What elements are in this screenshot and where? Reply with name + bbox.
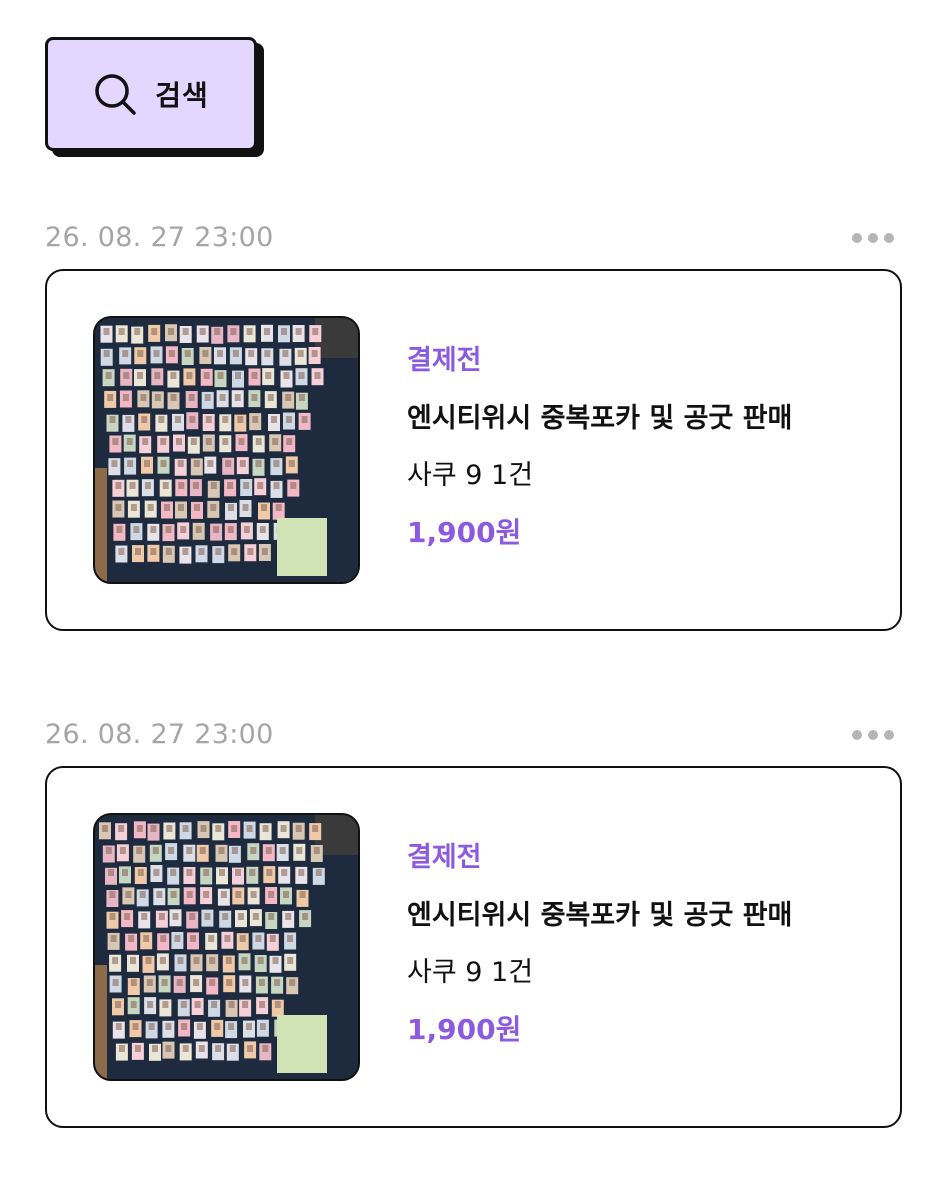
- order-header: 26. 08. 27 23:00: [45, 218, 902, 258]
- order-card[interactable]: 결제전 엔시티위시 중복포카 및 공굿 판매 사쿠 9 1건 1,900원: [45, 766, 902, 1128]
- search-icon: [95, 74, 136, 115]
- search-button-label: 검색: [155, 79, 209, 112]
- order-info: 결제전 엔시티위시 중복포카 및 공굿 판매 사쿠 9 1건 1,900원: [407, 341, 880, 553]
- order-header: 26. 08. 27 23:00: [45, 715, 902, 755]
- product-thumbnail: [93, 813, 360, 1081]
- search-button[interactable]: 검색: [45, 37, 257, 151]
- order-info: 결제전 엔시티위시 중복포카 및 공굿 판매 사쿠 9 1건 1,900원: [407, 838, 880, 1050]
- order-item: 26. 08. 27 23:00 결제전 엔시티위시 중복포카 및 공굿 판매 …: [45, 715, 902, 1128]
- order-status: 결제전: [407, 842, 482, 873]
- product-thumbnail: [93, 316, 360, 584]
- order-price: 1,900원: [407, 1013, 522, 1046]
- order-date: 26. 08. 27 23:00: [45, 222, 274, 253]
- order-status: 결제전: [407, 345, 482, 376]
- order-date: 26. 08. 27 23:00: [45, 719, 274, 750]
- product-title: 엔시티위시 중복포카 및 공굿 판매: [407, 403, 793, 434]
- more-options-icon[interactable]: [852, 728, 894, 742]
- order-item: 26. 08. 27 23:00 결제전 엔시티위시 중복포카 및 공굿 판매 …: [45, 218, 902, 631]
- order-price: 1,900원: [407, 516, 522, 549]
- order-meta: 사쿠 9 1건: [407, 460, 534, 491]
- product-title: 엔시티위시 중복포카 및 공굿 판매: [407, 900, 793, 931]
- order-meta: 사쿠 9 1건: [407, 957, 534, 988]
- order-card[interactable]: 결제전 엔시티위시 중복포카 및 공굿 판매 사쿠 9 1건 1,900원: [45, 269, 902, 631]
- more-options-icon[interactable]: [852, 231, 894, 245]
